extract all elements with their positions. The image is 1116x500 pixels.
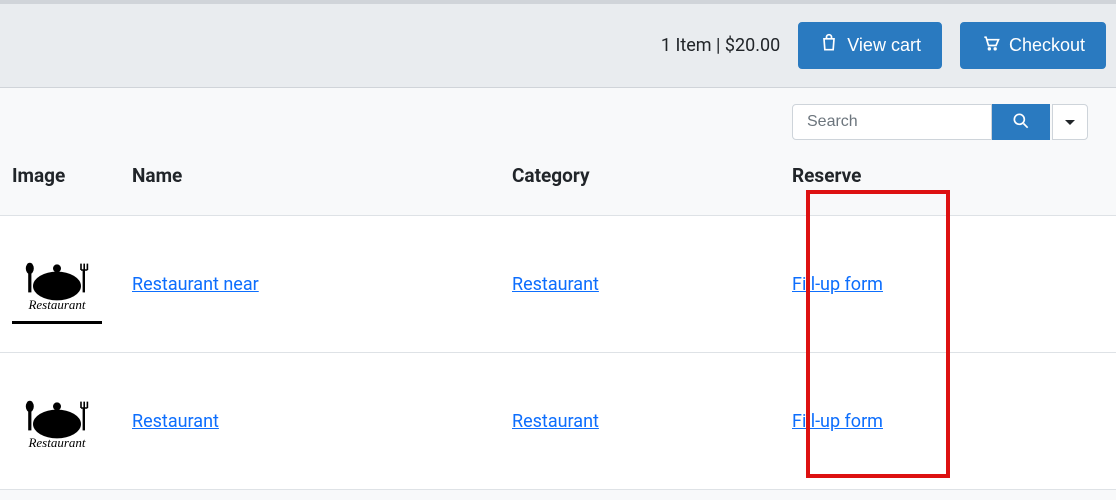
bag-icon xyxy=(819,33,839,58)
header-reserve: Reserve xyxy=(780,148,1116,216)
top-bar: 1 Item | $20.00 View cart Checkout xyxy=(0,0,1116,88)
thumb-caption: Restaurant xyxy=(28,297,85,313)
search-icon xyxy=(1011,111,1031,134)
checkout-button[interactable]: Checkout xyxy=(960,22,1106,69)
view-cart-button[interactable]: View cart xyxy=(798,22,942,69)
search-button[interactable] xyxy=(992,104,1050,140)
name-link[interactable]: Restaurant near xyxy=(132,274,259,295)
search-group xyxy=(792,104,1088,140)
category-link[interactable]: Restaurant xyxy=(512,411,599,432)
header-category: Category xyxy=(500,148,780,216)
cart-icon xyxy=(981,33,1001,58)
view-cart-label: View cart xyxy=(847,35,921,56)
reserve-link[interactable]: Fill-up form xyxy=(792,411,883,432)
search-filter-dropdown[interactable] xyxy=(1052,104,1088,140)
search-input[interactable] xyxy=(792,104,992,140)
reserve-link[interactable]: Fill-up form xyxy=(792,274,883,295)
table-row: Restaurant Restaurant near Restaurant Fi… xyxy=(0,216,1116,353)
restaurant-logo-icon: Restaurant xyxy=(12,381,102,461)
thumb-caption: Restaurant xyxy=(28,435,85,451)
header-name: Name xyxy=(120,148,500,216)
chevron-down-icon xyxy=(1065,120,1075,125)
checkout-label: Checkout xyxy=(1009,35,1085,56)
cart-summary: 1 Item | $20.00 xyxy=(661,35,780,56)
restaurant-logo-icon: Restaurant xyxy=(12,244,102,324)
listing-table: Image Name Category Reserve Restaurant xyxy=(0,148,1116,490)
name-link[interactable]: Restaurant xyxy=(132,411,219,432)
search-row xyxy=(0,88,1116,148)
table-row: Restaurant Restaurant Restaurant Fill-up… xyxy=(0,353,1116,490)
category-link[interactable]: Restaurant xyxy=(512,274,599,295)
header-image: Image xyxy=(0,148,120,216)
